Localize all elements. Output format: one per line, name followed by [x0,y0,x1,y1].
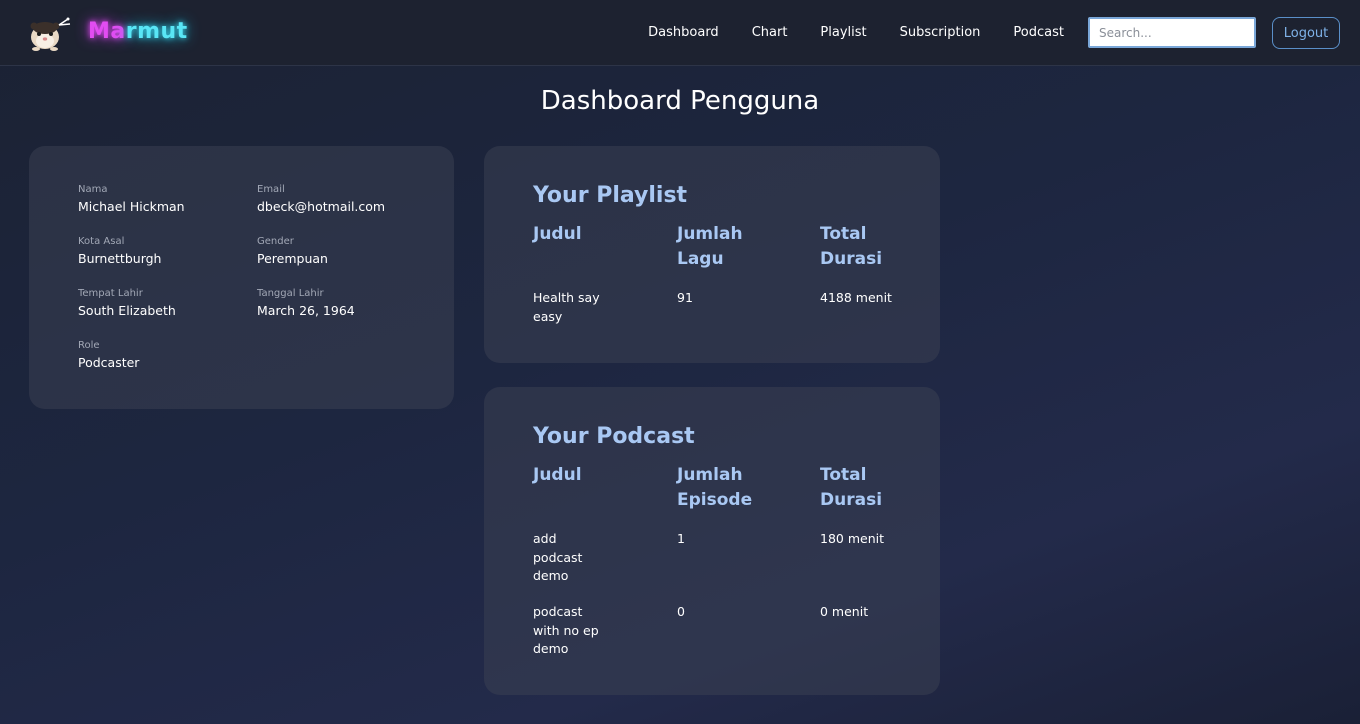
playlist-title: Your Playlist [533,183,688,208]
podcast-row-jumlah: 0 [677,604,685,619]
hamster-icon[interactable] [28,15,72,51]
podcast-row-durasi: 0 menit [820,604,869,619]
column-header-total-durasi: Total Durasi [820,224,883,269]
column-header-total-durasi: Total Durasi [820,465,883,510]
playlist-row-judul[interactable]: Health say easy [533,289,608,326]
podcast-card: Your Podcast Judul Jumlah Episode Total … [484,387,940,695]
brand-text-part1: Ma [88,19,126,44]
nav-links: Dashboard Chart Playlist Subscription Po… [615,23,1064,43]
podcast-title: Your Podcast [533,424,695,449]
playlist-card: Your Playlist Judul Jumlah Lagu Total Du… [484,146,940,363]
field-tanggal-lahir: Tanggal Lahir March 26, 1964 [257,287,355,320]
nav-dashboard[interactable]: Dashboard [648,23,719,43]
podcast-row-judul[interactable]: add podcast demo [533,530,608,586]
field-label: Nama [78,184,108,195]
field-value-role: Podcaster [78,355,140,370]
playlist-row-jumlah: 91 [677,290,693,305]
field-nama: Nama Michael Hickman [78,183,185,216]
nav-playlist[interactable]: Playlist [820,23,866,43]
field-label: Tanggal Lahir [257,288,324,299]
field-label: Email [257,184,285,195]
field-value-email: dbeck@hotmail.com [257,199,386,214]
field-kota: Kota Asal Burnettburgh [78,235,161,268]
field-label: Role [78,340,100,351]
field-value-kota: Burnettburgh [78,251,162,266]
brand-text-part2: rmut [125,19,188,44]
podcast-row-judul[interactable]: podcast with no ep demo [533,603,608,659]
playlist-row-durasi: 4188 menit [820,290,892,305]
brand-logo[interactable]: Marmut [88,17,188,47]
field-value-gender: Perempuan [257,251,328,266]
field-label: Tempat Lahir [78,288,143,299]
nav-subscription[interactable]: Subscription [900,23,981,43]
field-value-tempat-lahir: South Elizabeth [78,303,176,318]
nav-chart[interactable]: Chart [752,23,788,43]
column-header-jumlah-lagu: Jumlah Lagu [677,224,743,269]
search-input[interactable] [1088,17,1256,48]
page-title: Dashboard Pengguna [540,86,820,116]
field-gender: Gender Perempuan [257,235,328,268]
field-label: Gender [257,236,294,247]
field-role: Role Podcaster [78,339,139,372]
column-header-judul: Judul [533,465,582,485]
column-header-jumlah-episode: Jumlah Episode [677,465,753,510]
podcast-row-jumlah: 1 [677,531,685,546]
field-tempat-lahir: Tempat Lahir South Elizabeth [78,287,176,320]
profile-card: Nama Michael Hickman Email dbeck@hotmail… [29,146,454,409]
field-value-tanggal-lahir: March 26, 1964 [257,303,355,318]
navbar: Marmut Dashboard Chart Playlist Subscrip… [0,0,1360,66]
column-header-judul: Judul [533,224,582,244]
nav-podcast[interactable]: Podcast [1013,23,1064,43]
logout-button[interactable]: Logout [1272,17,1340,49]
podcast-row-durasi: 180 menit [820,531,884,546]
field-email: Email dbeck@hotmail.com [257,183,385,216]
field-value-nama: Michael Hickman [78,199,185,214]
field-label: Kota Asal [78,236,125,247]
